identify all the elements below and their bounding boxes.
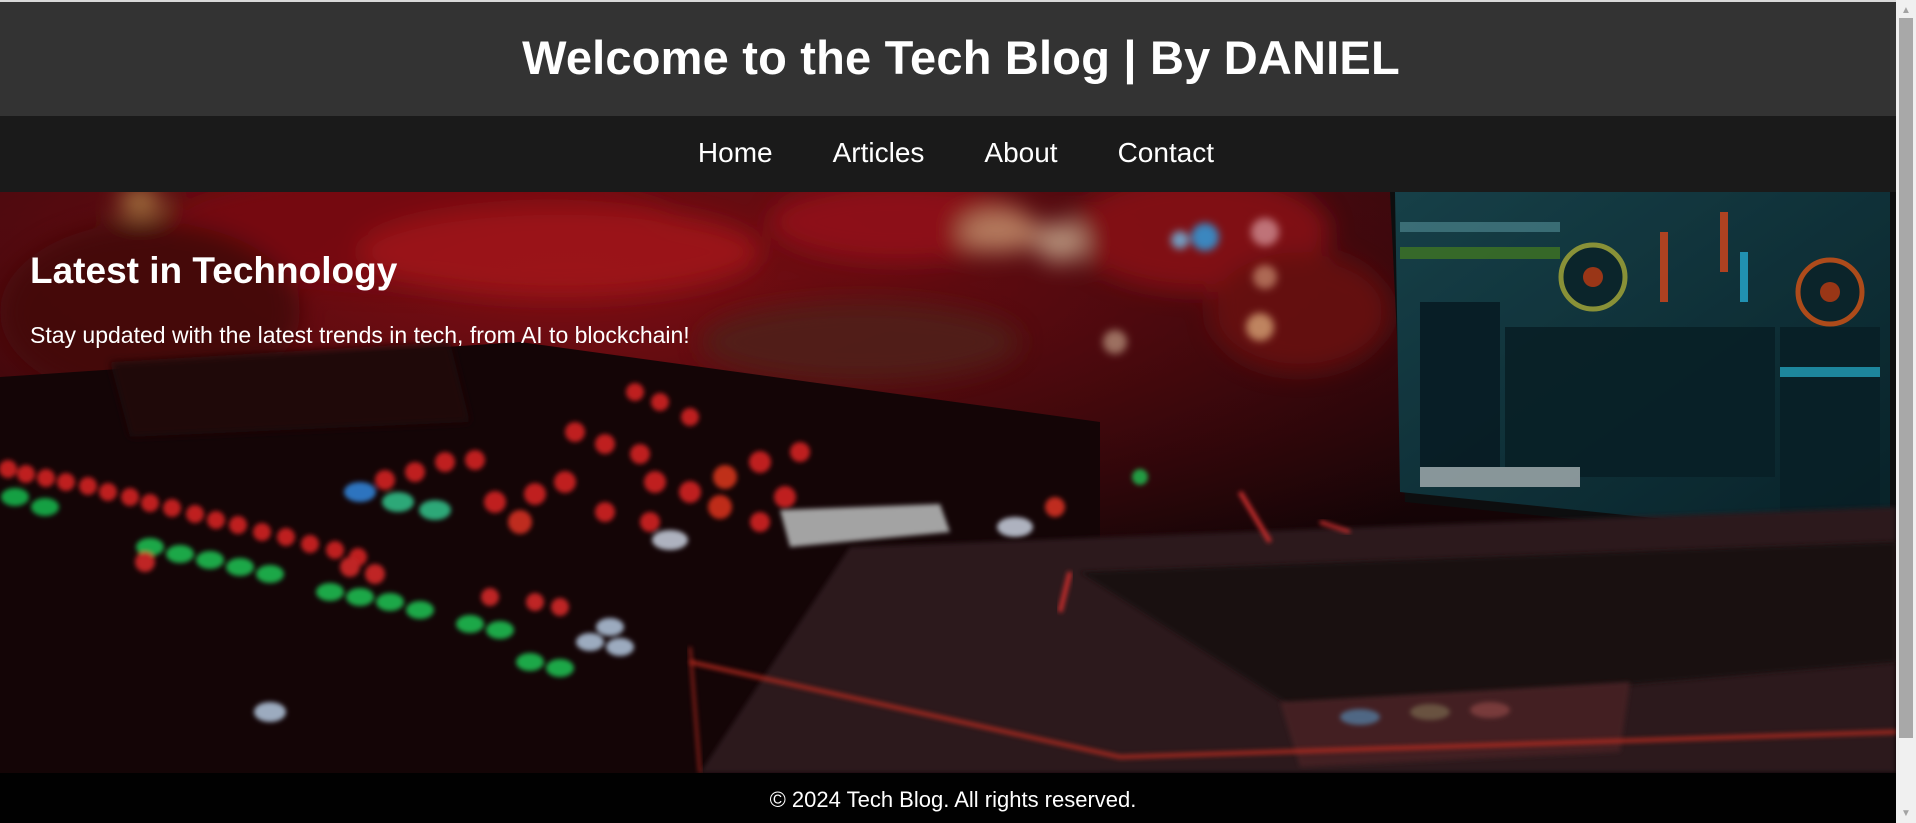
- triangle-up-icon[interactable]: ▲: [1896, 2, 1916, 18]
- hero-heading: Latest in Technology: [30, 250, 398, 291]
- nav-item-contact: Contact: [1118, 137, 1215, 169]
- hero-content: Latest in Technology Stay updated with t…: [30, 250, 690, 349]
- nav-link-articles[interactable]: Articles: [833, 137, 925, 168]
- triangle-down-icon[interactable]: ▼: [1896, 805, 1916, 821]
- hero-section: Latest in Technology Stay updated with t…: [0, 192, 1896, 773]
- scroll-thumb[interactable]: [1899, 18, 1913, 738]
- nav-link-contact[interactable]: Contact: [1118, 137, 1215, 168]
- nav-item-home: Home: [698, 137, 773, 169]
- hero-text: Stay updated with the latest trends in t…: [30, 322, 690, 348]
- site-title: Welcome to the Tech Blog | By DANIEL: [522, 30, 1400, 84]
- site-footer: © 2024 Tech Blog. All rights reserved.: [0, 773, 1896, 823]
- main-nav: Home Articles About Contact: [0, 116, 1896, 192]
- page: Welcome to the Tech Blog | By DANIEL Hom…: [0, 0, 1896, 823]
- nav-list: Home Articles About Contact: [698, 137, 1214, 169]
- site-header: Welcome to the Tech Blog | By DANIEL: [0, 2, 1896, 116]
- nav-item-articles: Articles: [833, 137, 925, 169]
- vertical-scrollbar[interactable]: ▲ ▼: [1896, 0, 1916, 823]
- nav-link-about[interactable]: About: [984, 137, 1057, 168]
- nav-item-about: About: [984, 137, 1057, 169]
- nav-link-home[interactable]: Home: [698, 137, 773, 168]
- footer-text: © 2024 Tech Blog. All rights reserved.: [769, 787, 1137, 812]
